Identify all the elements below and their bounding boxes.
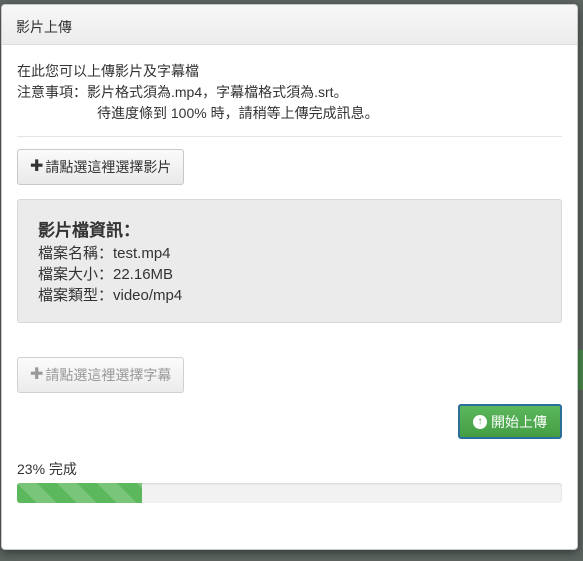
progress-fill xyxy=(17,483,143,503)
file-size: 檔案大小：22.16MB xyxy=(38,266,174,283)
start-upload-label: 開始上傳 xyxy=(491,413,547,430)
start-upload-button[interactable]: ↑ 開始上傳 xyxy=(458,404,562,439)
instruction-line-2: 注意事項：影片格式須為.mp4，字幕檔格式須為.srt。 xyxy=(17,84,348,100)
select-video-button[interactable]: ✚ 請點選這裡選擇影片 xyxy=(17,149,185,185)
plus-icon: ✚ xyxy=(30,366,44,383)
dialog-title: 影片上傳 xyxy=(16,19,72,35)
progress-bar xyxy=(17,483,562,503)
select-video-label: 請點選這裡選擇影片 xyxy=(45,159,172,175)
plus-icon: ✚ xyxy=(30,158,44,175)
file-type: 檔案類型：video/mp4 xyxy=(38,287,183,304)
dialog-body: 在此您可以上傳影片及字幕檔 注意事項：影片格式須為.mp4，字幕檔格式須為.sr… xyxy=(2,45,577,503)
instruction-line-3: 待進度條到 100% 時，請稍等上傳完成訊息。 xyxy=(97,105,379,121)
select-subtitle-label: 請點選這裡選擇字幕 xyxy=(45,367,172,383)
select-subtitle-button[interactable]: ✚ 請點選這裡選擇字幕 xyxy=(17,357,185,393)
file-info-title: 影片檔資訊： xyxy=(38,221,140,240)
upload-dialog: 影片上傳 在此您可以上傳影片及字幕檔 注意事項：影片格式須為.mp4，字幕檔格式… xyxy=(1,4,578,550)
upload-arrow-icon: ↑ xyxy=(473,414,487,429)
instruction-line-1: 在此您可以上傳影片及字幕檔 xyxy=(17,63,199,79)
progress-label: 23% 完成 xyxy=(17,461,77,477)
divider xyxy=(17,136,562,137)
file-name: 檔案名稱：test.mp4 xyxy=(38,245,171,262)
dialog-header: 影片上傳 xyxy=(2,5,577,45)
instructions: 在此您可以上傳影片及字幕檔 注意事項：影片格式須為.mp4，字幕檔格式須為.sr… xyxy=(17,61,562,124)
file-info-panel: 影片檔資訊： 檔案名稱：test.mp4 檔案大小：22.16MB 檔案類型：v… xyxy=(17,199,562,323)
